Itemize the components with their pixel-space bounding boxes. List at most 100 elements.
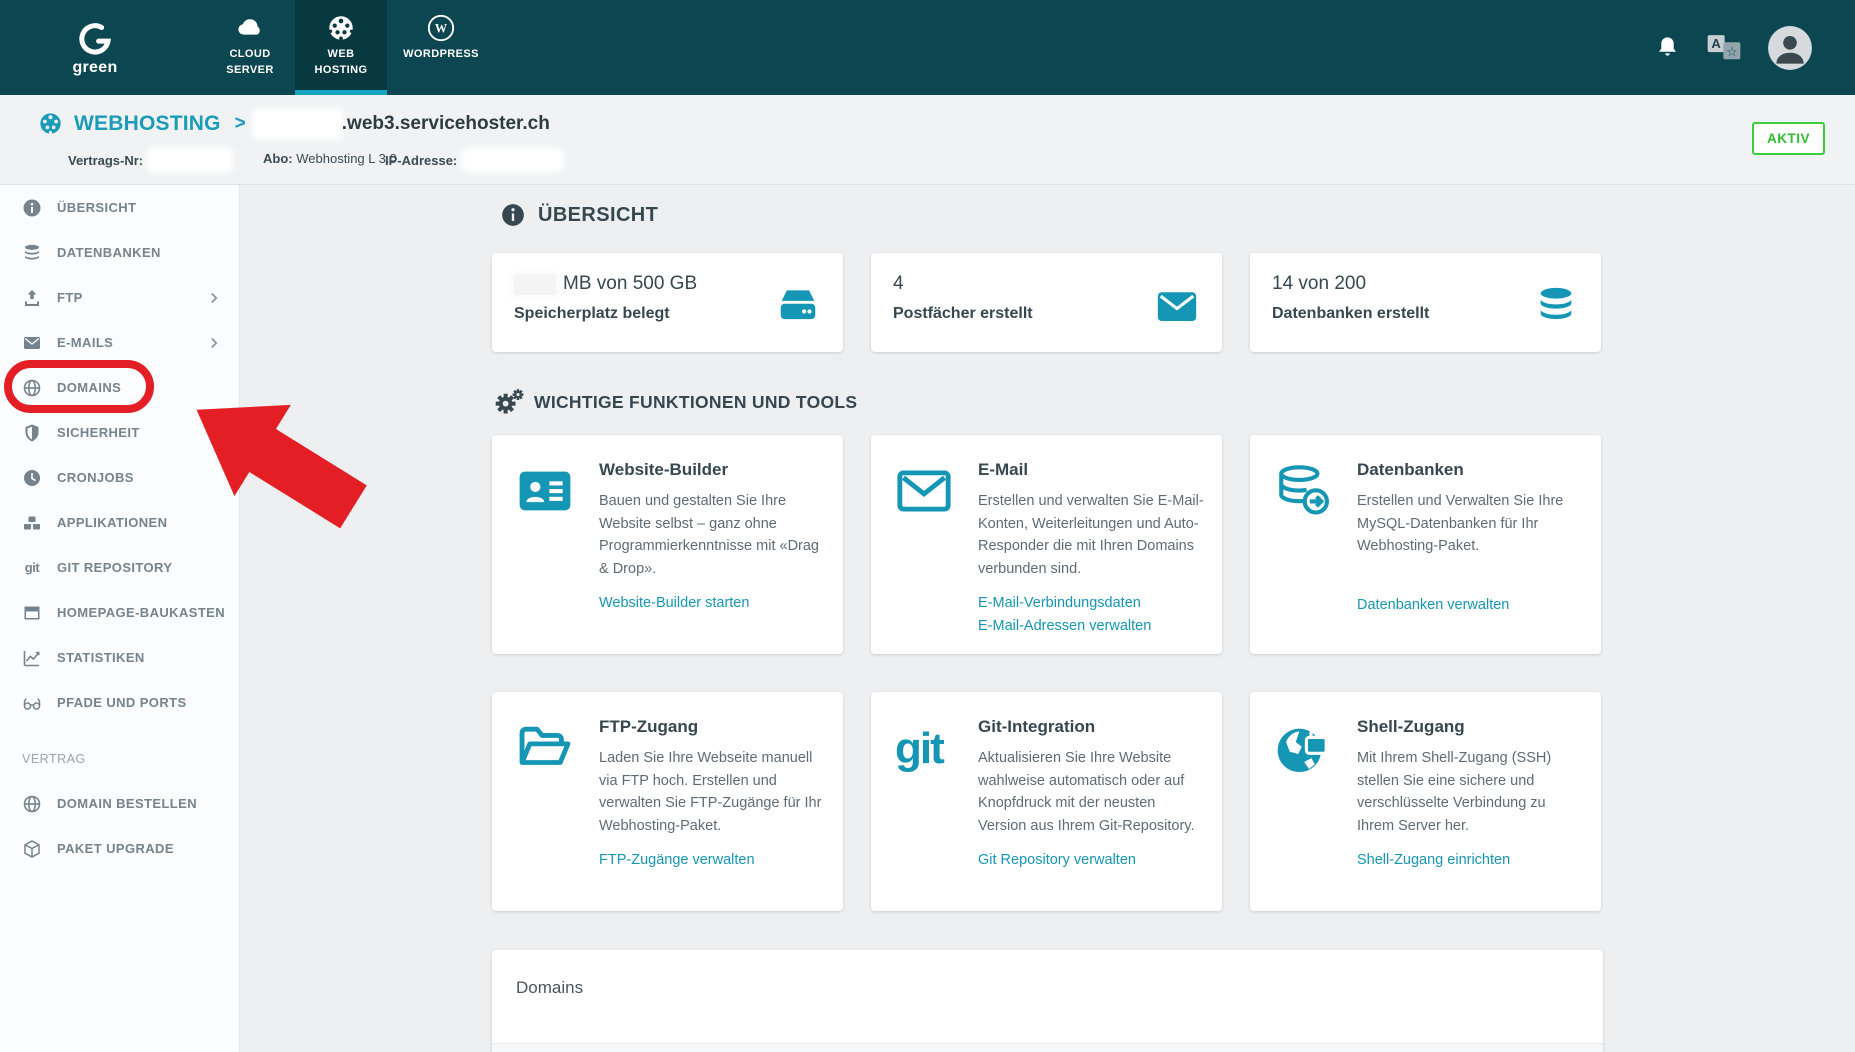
overview-header: ÜBERSICHT (500, 202, 1603, 228)
tool-card-datenbanken: Datenbanken Erstellen und Verwalten Sie … (1250, 435, 1601, 654)
database-icon (1533, 283, 1579, 329)
glasses-icon (22, 693, 42, 713)
shield-icon (22, 423, 42, 443)
envelope-icon (22, 333, 42, 353)
info-icon (500, 202, 526, 228)
top-navigation-bar: green CLOUDSERVER WEBHOSTING W WORDPRESS (0, 0, 1855, 95)
topbar-actions: A ☆ (1654, 0, 1855, 95)
abo-value: Webhosting L 3.0 (296, 151, 396, 166)
git-icon: git (22, 558, 42, 578)
webhosting-sphere-icon (326, 13, 356, 43)
tab-cloud-server[interactable]: CLOUDSERVER (205, 0, 295, 95)
stat-card-speicherplatz: MB von 500 GB Speicherplatz belegt (492, 253, 843, 352)
redacted-hostname-prefix (256, 112, 340, 136)
tab-label-line: HOSTING (315, 64, 368, 76)
manage-databases-link[interactable]: Datenbanken verwalten (1357, 594, 1585, 616)
tool-card-description: Aktualisieren Sie Ihre Website wahlweise… (978, 747, 1206, 837)
sidebar-item-cronjobs[interactable]: CRONJOBS (0, 455, 239, 500)
vertrag-label: Vertrags-Nr: (68, 153, 143, 168)
redacted-ip-address (465, 151, 560, 169)
stat-value: 4 (893, 273, 904, 295)
green-logo[interactable]: green (30, 0, 160, 95)
ip-label: IP-Adresse: (385, 153, 457, 168)
sidebar-item-statistiken[interactable]: STATISTIKEN (0, 635, 239, 680)
sidebar-item-ftp[interactable]: FTP (0, 275, 239, 320)
cloud-icon (235, 13, 265, 43)
tool-card-title: Datenbanken (1357, 460, 1585, 480)
tool-card-description: Erstellen und verwalten Sie E-Mail-Konte… (978, 490, 1206, 580)
tools-section-title: WICHTIGE FUNKTIONEN UND TOOLS (534, 392, 857, 413)
globe-icon (22, 378, 42, 398)
sidebar-item-domains[interactable]: DOMAINS (0, 365, 239, 410)
mail-icon (1154, 283, 1200, 329)
sidebar-item-paket-upgrade[interactable]: PAKET UPGRADE (0, 826, 239, 871)
page-title: ÜBERSICHT (538, 204, 658, 227)
setup-shell-access-link[interactable]: Shell-Zugang einrichten (1357, 849, 1585, 871)
tool-card-description: Mit Ihrem Shell-Zugang (SSH) stellen Sie… (1357, 747, 1585, 837)
webhosting-dashboard: green CLOUDSERVER WEBHOSTING W WORDPRESS (0, 0, 1855, 1052)
website-builder-start-link[interactable]: Website-Builder starten (599, 592, 827, 614)
upload-icon (22, 288, 42, 308)
breadcrumb-webhosting-link[interactable]: WEBHOSTING (74, 112, 221, 136)
tools-grid: Website-Builder Bauen und gestalten Sie … (492, 435, 1603, 911)
redacted-storage-value (514, 274, 556, 295)
green-g-icon (75, 18, 115, 58)
sidebar-item-emails[interactable]: E-MAILS (0, 320, 239, 365)
tools-header: WICHTIGE FUNKTIONEN UND TOOLS (494, 389, 1603, 416)
sidebar-item-git-repository[interactable]: git GIT REPOSITORY (0, 545, 239, 590)
manage-ftp-link[interactable]: FTP-Zugänge verwalten (599, 849, 827, 871)
tab-web-hosting[interactable]: WEBHOSTING (295, 0, 387, 95)
svg-text:☆: ☆ (1726, 44, 1738, 59)
folder-open-icon (516, 717, 574, 911)
product-tabs: CLOUDSERVER WEBHOSTING W WORDPRESS (205, 0, 495, 95)
webhosting-sphere-icon (38, 111, 63, 136)
language-translate-icon[interactable]: A ☆ (1707, 34, 1741, 61)
database-arrow-icon (1274, 460, 1332, 654)
tool-card-title: Website-Builder (599, 460, 827, 480)
chevron-right-icon[interactable] (205, 289, 223, 307)
sidebar-item-homepage-baukasten[interactable]: HOMEPAGE-BAUKASTEN (0, 590, 239, 635)
breadcrumb-separator: > (235, 113, 246, 135)
hostname-suffix: .web3.servicehoster.ch (342, 113, 550, 135)
email-addresses-link[interactable]: E-Mail-Adressen verwalten (978, 615, 1206, 637)
manage-git-repository-link[interactable]: Git Repository verwalten (978, 849, 1206, 871)
tool-card-title: Git-Integration (978, 717, 1206, 737)
domains-table-header-strip (492, 1043, 1603, 1052)
sidebar-item-uebersicht[interactable]: ÜBERSICHT (0, 185, 239, 230)
email-connection-data-link[interactable]: E-Mail-Verbindungsdaten (978, 592, 1206, 614)
user-avatar[interactable] (1767, 25, 1813, 71)
envelope-icon (895, 460, 953, 654)
abo-label: Abo: (263, 151, 293, 166)
gears-icon (494, 389, 524, 416)
tab-wordpress[interactable]: W WORDPRESS (387, 0, 495, 95)
notifications-bell-icon[interactable] (1654, 34, 1681, 61)
tab-label-line: SERVER (226, 64, 273, 76)
stats-row: MB von 500 GB Speicherplatz belegt 4 Pos… (492, 253, 1603, 352)
globe-icon (22, 794, 42, 814)
browser-window-icon (22, 603, 42, 623)
sidebar-item-datenbanken[interactable]: DATENBANKEN (0, 230, 239, 275)
info-icon (22, 198, 42, 218)
sidebar-item-applikationen[interactable]: APPLIKATIONEN (0, 500, 239, 545)
stat-value: 14 von 200 (1272, 273, 1366, 295)
sidebar-item-domain-bestellen[interactable]: DOMAIN BESTELLEN (0, 781, 239, 826)
redacted-contract-number (151, 151, 229, 169)
logo-label: green (72, 59, 117, 77)
svg-text:W: W (435, 22, 447, 36)
tool-card-description: Erstellen und Verwalten Sie Ihre MySQL-D… (1357, 490, 1585, 558)
tool-card-email: E-Mail Erstellen und verwalten Sie E-Mai… (871, 435, 1222, 654)
breadcrumb: WEBHOSTING > .web3.servicehoster.ch (38, 111, 550, 136)
chart-icon (22, 648, 42, 668)
domains-section-title: Domains (516, 978, 583, 998)
svg-text:A: A (1711, 36, 1721, 51)
tool-card-title: FTP-Zugang (599, 717, 827, 737)
tab-label-line: WORDPRESS (403, 48, 479, 60)
tool-card-title: E-Mail (978, 460, 1206, 480)
wordpress-icon: W (426, 13, 456, 43)
sidebar-item-sicherheit[interactable]: SICHERHEIT (0, 410, 239, 455)
contract-header-bar: WEBHOSTING > .web3.servicehoster.ch Vert… (0, 95, 1855, 185)
sidebar-item-pfade-und-ports[interactable]: PFADE UND PORTS (0, 680, 239, 725)
chevron-right-icon[interactable] (205, 334, 223, 352)
tool-card-title: Shell-Zugang (1357, 717, 1585, 737)
domains-section: Domains (492, 950, 1603, 1052)
